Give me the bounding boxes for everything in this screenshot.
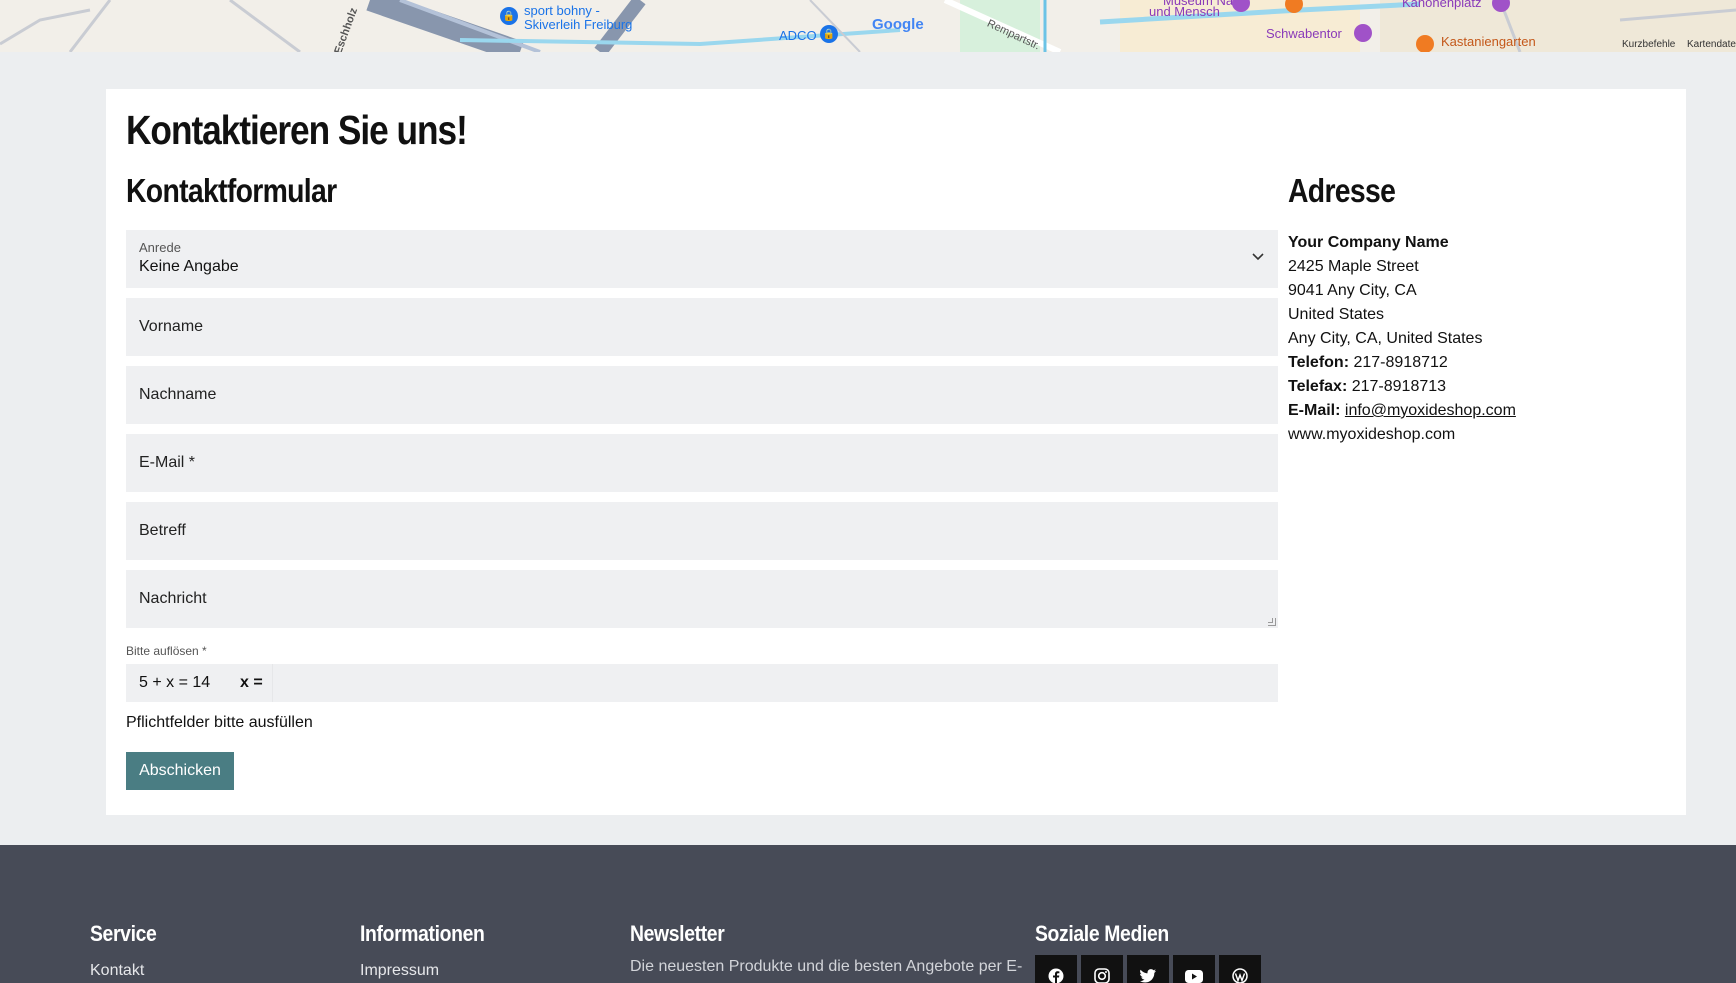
required-note: Pflichtfelder bitte ausfüllen — [126, 714, 313, 731]
email-link[interactable]: info@myoxideshop.com — [1345, 402, 1516, 419]
email-field[interactable]: E-Mail * — [126, 434, 1278, 492]
map-label-schwabentor: Schwabentor — [1266, 26, 1342, 41]
phone-value: 217-8918712 — [1353, 354, 1448, 371]
chevron-down-icon — [1252, 248, 1264, 264]
twitter-icon[interactable] — [1127, 955, 1169, 983]
footer-newsletter-text: Die neuesten Produkte und die besten Ang… — [630, 958, 1023, 975]
footer-social-title: Soziale Medien — [1035, 921, 1169, 946]
address-country: United States — [1288, 306, 1385, 323]
company-name: Your Company Name — [1288, 234, 1449, 251]
message-placeholder: Nachricht — [139, 590, 207, 607]
submit-button[interactable]: Abschicken — [126, 752, 234, 790]
map-pin-icon[interactable] — [1416, 35, 1434, 52]
footer-service-title: Service — [90, 921, 157, 946]
map-label-skiverleih: Skiverleih Freiburg — [524, 17, 633, 32]
resize-handle-icon[interactable] — [1268, 618, 1276, 626]
map-label-sport: sport bohny - — [524, 3, 600, 18]
captcha-row: 5 + x = 14 x = — [126, 664, 1278, 702]
captcha-input[interactable] — [272, 664, 1278, 702]
wordpress-icon[interactable] — [1219, 955, 1261, 983]
address-city: 9041 Any City, CA — [1288, 282, 1417, 299]
subject-field[interactable]: Betreff — [126, 502, 1278, 560]
footer-newsletter-title: Newsletter — [630, 921, 725, 946]
form-title: Kontaktformular — [126, 172, 337, 209]
captcha-equation: 5 + x = 14 — [139, 674, 211, 691]
salutation-value: Keine Angabe — [139, 258, 239, 275]
salutation-label: Anrede — [139, 240, 181, 255]
message-textarea[interactable]: Nachricht — [126, 570, 1278, 628]
phone-label: Telefon: — [1288, 354, 1350, 371]
map-label-kastaniengarten: Kastaniengarten — [1441, 34, 1536, 49]
social-icons — [1035, 955, 1261, 983]
fax-label: Telefax: — [1288, 378, 1348, 395]
first-name-field[interactable]: Vorname — [126, 298, 1278, 356]
page-title: Kontaktieren Sie uns! — [126, 107, 468, 153]
map-pin-icon[interactable]: 🔒 — [500, 7, 518, 25]
instagram-icon[interactable] — [1081, 955, 1123, 983]
map-data-link[interactable]: Kartendate — [1687, 38, 1736, 52]
first-name-placeholder: Vorname — [139, 318, 204, 335]
fax-value: 217-8918713 — [1351, 378, 1447, 395]
email-placeholder: E-Mail * — [139, 454, 196, 471]
address-street: 2425 Maple Street — [1288, 258, 1419, 275]
facebook-icon[interactable] — [1035, 955, 1077, 983]
map-label-kanonenplatz: Kanonenplatz — [1402, 0, 1482, 10]
website-text: www.myoxideshop.com — [1288, 426, 1456, 443]
captcha-x-label: x = — [240, 674, 263, 691]
address-region: Any City, CA, United States — [1288, 330, 1483, 347]
email-label: E-Mail: — [1288, 402, 1341, 419]
last-name-field[interactable]: Nachname — [126, 366, 1278, 424]
footer: Service Kontakt Informationen Impressum … — [0, 845, 1736, 983]
youtube-icon[interactable] — [1173, 955, 1215, 983]
map-label-museum2: und Mensch — [1149, 4, 1220, 19]
footer-info-title: Informationen — [360, 921, 485, 946]
subject-placeholder: Betreff — [139, 522, 186, 539]
google-logo: Google — [872, 16, 924, 33]
map-pin-icon[interactable] — [1354, 24, 1372, 42]
map-label-adco: ADCO — [779, 28, 817, 43]
footer-link-imprint[interactable]: Impressum — [360, 962, 439, 980]
map-shortcuts-link[interactable]: Kurzbefehle — [1622, 38, 1675, 52]
captcha-label: Bitte auflösen * — [126, 644, 207, 658]
address-block: Your Company Name 2425 Maple Street 9041… — [1288, 231, 1516, 447]
contact-card: Kontaktieren Sie uns! Kontaktformular An… — [106, 89, 1686, 815]
footer-link-contact[interactable]: Kontakt — [90, 962, 144, 980]
address-title: Adresse — [1288, 172, 1396, 209]
map-embed[interactable]: 🔒 sport bohny - Skiverleih Freiburg ADCO… — [0, 0, 1736, 52]
map-pin-icon[interactable]: 🔒 — [820, 25, 838, 43]
last-name-placeholder: Nachname — [139, 386, 217, 403]
salutation-select[interactable]: Anrede Keine Angabe — [126, 230, 1278, 288]
